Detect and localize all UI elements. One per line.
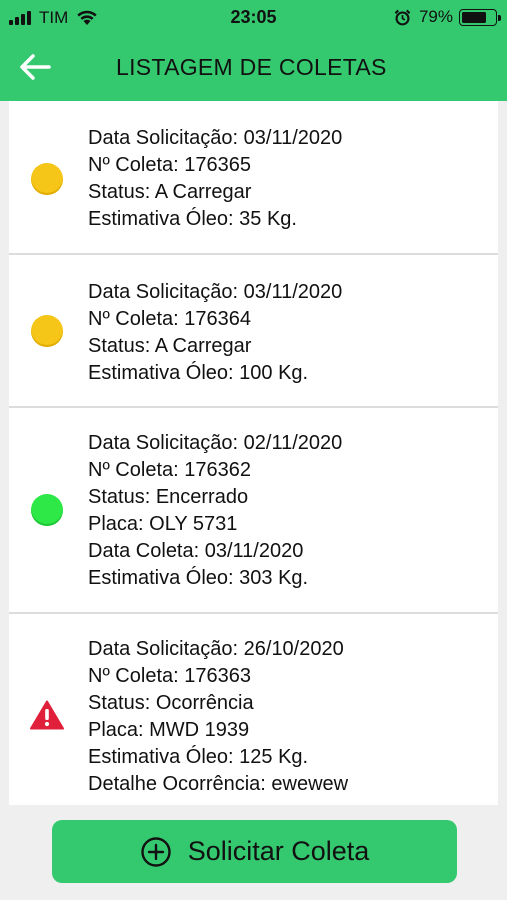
alarm-clock-icon xyxy=(394,9,411,25)
detalhe-ocorrencia: Detalhe Ocorrência: ewewew xyxy=(88,773,349,795)
estimativa-oleo: Estimativa Óleo: 303 Kg. xyxy=(88,567,309,589)
data-solicitacao: Data Solicitação: 03/11/2020 xyxy=(88,281,343,303)
numero-coleta: Nº Coleta: 176364 xyxy=(88,308,251,330)
estimativa-oleo: Estimativa Óleo: 35 Kg. xyxy=(88,208,297,230)
numero-coleta: Nº Coleta: 176363 xyxy=(88,665,251,687)
page-title: LISTAGEM DE COLETAS xyxy=(116,54,387,80)
coleta-card[interactable]: Data Solicitação: 02/11/2020 Nº Coleta: … xyxy=(9,408,498,614)
data-solicitacao: Data Solicitação: 02/11/2020 xyxy=(88,432,343,454)
status-bar: TIM 23:05 79% xyxy=(0,0,507,36)
status-text: Status: Encerrado xyxy=(88,486,249,508)
status-text: Status: Ocorrência xyxy=(88,692,254,714)
coleta-card[interactable]: Data Solicitação: 26/10/2020 Nº Coleta: … xyxy=(9,614,498,805)
coleta-card[interactable]: Data Solicitação: 03/11/2020 Nº Coleta: … xyxy=(9,255,498,408)
warning-icon xyxy=(30,700,64,730)
battery-percent: 79% xyxy=(418,7,453,26)
plus-circle-icon xyxy=(141,836,171,867)
numero-coleta: Nº Coleta: 176362 xyxy=(88,459,251,481)
status-text: Status: A Carregar xyxy=(88,335,252,357)
estimativa-oleo: Estimativa Óleo: 125 Kg. xyxy=(88,746,309,768)
status-text: Status: A Carregar xyxy=(88,181,252,203)
battery-fill xyxy=(462,11,486,23)
solicitar-coleta-button[interactable]: Solicitar Coleta xyxy=(52,820,457,883)
data-solicitacao: Data Solicitação: 26/10/2020 xyxy=(88,638,344,660)
battery-icon xyxy=(459,8,501,26)
placa: Placa: OLY 5731 xyxy=(88,513,238,535)
top-bar: TIM 23:05 79% LISTAGEM DE COLETAS xyxy=(0,0,507,101)
back-arrow-icon[interactable] xyxy=(18,52,52,82)
estimativa-oleo: Estimativa Óleo: 100 Kg. xyxy=(88,362,309,384)
app-screen: TIM 23:05 79% LISTAGEM DE COLETAS Data S… xyxy=(0,0,507,900)
coletas-list[interactable]: Data Solicitação: 03/11/2020 Nº Coleta: … xyxy=(9,101,498,805)
data-solicitacao: Data Solicitação: 03/11/2020 xyxy=(88,127,343,149)
status-right: 79% xyxy=(394,7,501,27)
battery-cap xyxy=(498,14,501,21)
coleta-card[interactable]: Data Solicitação: 03/11/2020 Nº Coleta: … xyxy=(9,101,498,255)
status-pending-dot xyxy=(31,163,63,195)
app-header: LISTAGEM DE COLETAS xyxy=(0,36,507,101)
status-pending-dot xyxy=(31,315,63,347)
data-coleta: Data Coleta: 03/11/2020 xyxy=(88,540,304,562)
placa: Placa: MWD 1939 xyxy=(88,719,250,741)
status-closed-dot xyxy=(31,494,63,526)
solicitar-coleta-label: Solicitar Coleta xyxy=(187,836,370,866)
numero-coleta: Nº Coleta: 176365 xyxy=(88,154,251,176)
